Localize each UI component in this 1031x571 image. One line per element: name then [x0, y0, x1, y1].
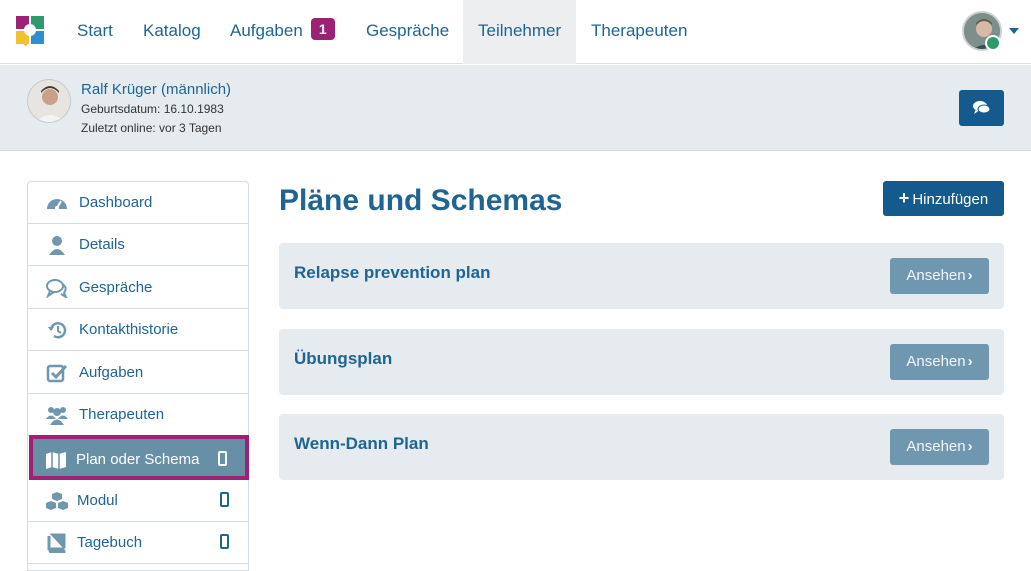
nav-aufgaben[interactable]: Aufgaben 1	[215, 0, 350, 64]
chevron-down-icon[interactable]	[1009, 28, 1019, 34]
sidebar-item-label: Therapeuten	[79, 406, 165, 423]
sidebar-item-label: Dashboard	[79, 194, 153, 211]
plan-title: Relapse prevention plan	[294, 263, 491, 282]
book-icon	[47, 533, 66, 553]
nav-gespraeche-label: Gespräche	[366, 21, 450, 40]
nav-teilnehmer-label: Teilnehmer	[478, 21, 562, 40]
plan-title: Wenn-Dann Plan	[294, 434, 429, 453]
page-title: Pläne und Schemas	[279, 184, 563, 217]
users-icon	[46, 407, 68, 425]
dashboard-icon	[47, 199, 67, 210]
participant-avatar	[27, 79, 71, 123]
participant-photo-icon	[28, 80, 70, 122]
sidebar-item-label: Gespräche	[79, 279, 153, 296]
sidebar-item-label: Aufgaben	[79, 364, 144, 381]
viewer-eye-icon	[985, 35, 1001, 51]
user-icon	[49, 236, 65, 255]
nav-therapeuten-label: Therapeuten	[591, 21, 688, 40]
sidebar-item-gespraeche[interactable]: Gespräche	[28, 267, 248, 309]
view-plan-button[interactable]: Ansehen ›	[890, 344, 989, 380]
participant-header: Ralf Krüger (männlich) Geburtsdatum: 16.…	[0, 65, 1031, 151]
nav-aufgaben-label: Aufgaben	[230, 21, 303, 40]
top-navbar: Start Katalog Aufgaben 1 Gespräche Teilne…	[0, 0, 1031, 64]
nav-katalog-label: Katalog	[143, 21, 201, 40]
nav-therapeuten[interactable]: Therapeuten	[576, 0, 702, 64]
sidebar-item-aufgaben[interactable]: Aufgaben	[28, 352, 248, 394]
chevron-right-icon: ›	[967, 438, 973, 455]
sidebar-item-label: Details	[79, 236, 125, 253]
history-icon	[48, 322, 67, 339]
nav-katalog[interactable]: Katalog	[128, 0, 216, 64]
nav-start[interactable]: Start	[62, 0, 128, 64]
view-button-label: Ansehen	[906, 267, 966, 284]
mobile-device-icon	[218, 451, 227, 466]
check-square-icon	[46, 364, 68, 383]
view-plan-button[interactable]: Ansehen ›	[890, 258, 989, 294]
sidebar-item-label: Kontakthistorie	[79, 321, 179, 338]
comments-icon	[46, 279, 68, 298]
add-plan-button[interactable]: + Hinzufügen	[883, 181, 1004, 216]
nav-gespraeche[interactable]: Gespräche	[351, 0, 464, 64]
plan-card: Wenn-Dann Plan Ansehen ›	[279, 414, 1004, 480]
plan-card: Relapse prevention plan Ansehen ›	[279, 243, 1004, 309]
participant-side-menu: Dashboard Details Gespräche Kontakthisto…	[27, 181, 249, 571]
nav-teilnehmer[interactable]: Teilnehmer	[463, 0, 576, 64]
view-button-label: Ansehen	[906, 353, 966, 370]
map-icon	[46, 452, 66, 469]
sidebar-item-label: Tagebuch	[77, 534, 143, 551]
participant-name[interactable]: Ralf Krüger (männlich)	[81, 81, 231, 98]
sidebar-item-plan-oder-schema[interactable]: Plan oder Schema	[29, 435, 249, 480]
plan-card: Übungsplan Ansehen ›	[279, 329, 1004, 395]
plan-title: Übungsplan	[294, 349, 393, 368]
sidebar-item-dashboard[interactable]: Dashboard	[28, 182, 248, 224]
cubes-icon	[46, 492, 68, 510]
plus-icon: +	[898, 188, 910, 208]
nav-start-label: Start	[77, 21, 113, 40]
view-button-label: Ansehen	[906, 438, 966, 455]
add-button-label: Hinzufügen	[912, 191, 989, 208]
sidebar-item-therapeuten[interactable]: Therapeuten	[28, 394, 248, 436]
sidebar-item-kontakthistorie[interactable]: Kontakthistorie	[28, 309, 248, 351]
comments-icon	[973, 101, 991, 114]
app-logo[interactable]	[16, 16, 44, 47]
participant-last-online: Zuletzt online: vor 3 Tagen	[81, 121, 222, 135]
sidebar-item-label: Modul	[77, 492, 118, 509]
chevron-right-icon: ›	[967, 353, 973, 370]
chevron-right-icon: ›	[967, 267, 973, 284]
view-plan-button[interactable]: Ansehen ›	[890, 429, 989, 465]
mobile-device-icon	[220, 534, 229, 549]
chat-button[interactable]	[959, 90, 1004, 126]
sidebar-item-modul[interactable]: Modul	[28, 480, 248, 522]
sidebar-item-details[interactable]: Details	[28, 224, 248, 266]
mobile-device-icon	[220, 492, 229, 507]
sidebar-item-label: Plan oder Schema	[76, 451, 200, 468]
aufgaben-count-badge: 1	[310, 18, 335, 40]
sidebar-item-tagebuch[interactable]: Tagebuch	[28, 522, 248, 564]
participant-birthdate: Geburtsdatum: 16.10.1983	[81, 102, 224, 116]
